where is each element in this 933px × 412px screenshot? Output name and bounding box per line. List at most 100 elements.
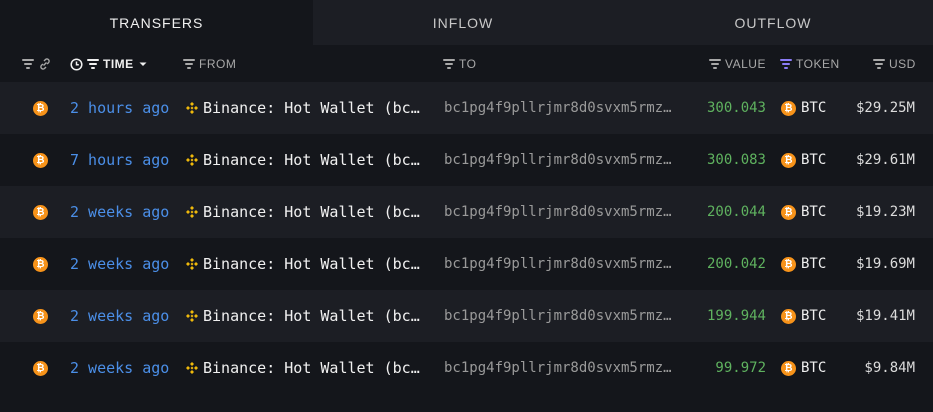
link-icon [40, 58, 50, 70]
table-row: ₿ 2 hours ago Binance: Hot Wallet (bc… b… [0, 82, 933, 134]
time-column-header[interactable]: TIME [70, 55, 148, 73]
usd-header-label: USD [889, 57, 916, 71]
from-entity-link[interactable]: Binance: Hot Wallet (bc… [186, 238, 420, 290]
time-link[interactable]: 2 weeks ago [70, 186, 169, 238]
token-column-header[interactable]: TOKEN [780, 55, 840, 73]
token-cell[interactable]: ₿ BTC [781, 134, 826, 186]
bitcoin-icon: ₿ [781, 308, 796, 324]
binance-icon [186, 362, 198, 374]
value-amount: 300.043 [706, 100, 766, 116]
token-cell[interactable]: ₿ BTC [781, 82, 826, 134]
binance-icon [186, 102, 198, 114]
usd-amount: $19.69M [855, 256, 915, 272]
filter-icon [22, 59, 34, 69]
binance-icon [186, 206, 198, 218]
tab-transfers[interactable]: TRANSFERS [0, 0, 313, 45]
tab-inflow[interactable]: INFLOW [313, 0, 613, 45]
time-header-label: TIME [103, 57, 134, 71]
token-header-label: TOKEN [796, 57, 840, 71]
time-link[interactable]: 2 weeks ago [70, 342, 169, 394]
value-amount: 200.042 [706, 256, 766, 272]
token-symbol: BTC [801, 256, 827, 272]
time-link[interactable]: 7 hours ago [70, 134, 169, 186]
from-label: Binance: Hot Wallet (bc… [203, 99, 420, 117]
tab-bar: TRANSFERS INFLOW OUTFLOW [0, 0, 933, 45]
table-row: ₿ 2 weeks ago Binance: Hot Wallet (bc… b… [0, 342, 933, 394]
to-address-link[interactable]: bc1pg4f9pllrjmr8d0svxm5rmz… [444, 186, 672, 238]
chain-cell: ₿ [33, 82, 48, 134]
transfers-table-body: ₿ 2 hours ago Binance: Hot Wallet (bc… b… [0, 82, 933, 394]
from-header-label: FROM [199, 57, 237, 71]
bitcoin-icon: ₿ [33, 256, 48, 272]
bitcoin-icon: ₿ [33, 308, 48, 324]
to-address-link[interactable]: bc1pg4f9pllrjmr8d0svxm5rmz… [444, 342, 672, 394]
filter-icon [780, 59, 792, 69]
usd-amount: $29.25M [855, 100, 915, 116]
from-entity-link[interactable]: Binance: Hot Wallet (bc… [186, 82, 420, 134]
from-label: Binance: Hot Wallet (bc… [203, 359, 420, 377]
token-cell[interactable]: ₿ BTC [781, 186, 826, 238]
chain-filter[interactable] [22, 55, 52, 73]
from-entity-link[interactable]: Binance: Hot Wallet (bc… [186, 134, 420, 186]
table-header: TIME FROM TO VALUE TOKEN USD [0, 45, 933, 82]
bitcoin-icon: ₿ [781, 360, 796, 376]
token-symbol: BTC [801, 100, 827, 116]
time-link[interactable]: 2 weeks ago [70, 290, 169, 342]
filter-icon [87, 59, 99, 69]
filter-icon [709, 59, 721, 69]
binance-icon [186, 154, 198, 166]
filter-icon [443, 59, 455, 69]
to-address-link[interactable]: bc1pg4f9pllrjmr8d0svxm5rmz… [444, 290, 672, 342]
usd-amount: $19.23M [855, 204, 915, 220]
value-column-header[interactable]: VALUE [709, 55, 766, 73]
to-address-link[interactable]: bc1pg4f9pllrjmr8d0svxm5rmz… [444, 82, 672, 134]
bitcoin-icon: ₿ [33, 360, 48, 376]
table-row: ₿ 2 weeks ago Binance: Hot Wallet (bc… b… [0, 290, 933, 342]
token-symbol: BTC [801, 152, 827, 168]
chain-cell: ₿ [33, 342, 48, 394]
sort-descending-icon [139, 62, 147, 66]
token-symbol: BTC [801, 308, 827, 324]
to-column-header[interactable]: TO [443, 55, 476, 73]
token-cell[interactable]: ₿ BTC [781, 290, 826, 342]
value-amount: 300.083 [706, 152, 766, 168]
value-header-label: VALUE [725, 57, 766, 71]
token-cell[interactable]: ₿ BTC [781, 342, 826, 394]
to-address-link[interactable]: bc1pg4f9pllrjmr8d0svxm5rmz… [444, 238, 672, 290]
from-entity-link[interactable]: Binance: Hot Wallet (bc… [186, 342, 420, 394]
chain-cell: ₿ [33, 238, 48, 290]
table-row: ₿ 2 weeks ago Binance: Hot Wallet (bc… b… [0, 186, 933, 238]
to-header-label: TO [459, 57, 477, 71]
time-link[interactable]: 2 hours ago [70, 82, 169, 134]
token-symbol: BTC [801, 360, 827, 376]
chain-cell: ₿ [33, 134, 48, 186]
usd-amount: $19.41M [855, 308, 915, 324]
from-column-header[interactable]: FROM [183, 55, 236, 73]
table-row: ₿ 2 weeks ago Binance: Hot Wallet (bc… b… [0, 238, 933, 290]
token-cell[interactable]: ₿ BTC [781, 238, 826, 290]
bitcoin-icon: ₿ [33, 204, 48, 220]
tab-outflow[interactable]: OUTFLOW [613, 0, 933, 45]
from-label: Binance: Hot Wallet (bc… [203, 255, 420, 273]
bitcoin-icon: ₿ [33, 152, 48, 168]
table-row: ₿ 7 hours ago Binance: Hot Wallet (bc… b… [0, 134, 933, 186]
bitcoin-icon: ₿ [781, 152, 796, 168]
usd-column-header[interactable]: USD [873, 55, 916, 73]
to-address-link[interactable]: bc1pg4f9pllrjmr8d0svxm5rmz… [444, 134, 672, 186]
bitcoin-icon: ₿ [781, 100, 796, 116]
value-amount: 199.944 [706, 308, 766, 324]
value-amount: 200.044 [706, 204, 766, 220]
token-symbol: BTC [801, 204, 827, 220]
from-label: Binance: Hot Wallet (bc… [203, 151, 420, 169]
binance-icon [186, 310, 198, 322]
from-entity-link[interactable]: Binance: Hot Wallet (bc… [186, 186, 420, 238]
binance-icon [186, 258, 198, 270]
filter-icon [873, 59, 885, 69]
from-label: Binance: Hot Wallet (bc… [203, 203, 420, 221]
filter-icon [183, 59, 195, 69]
bitcoin-icon: ₿ [781, 204, 796, 220]
time-link[interactable]: 2 weeks ago [70, 238, 169, 290]
clock-icon [70, 57, 83, 71]
value-amount: 99.972 [715, 360, 766, 376]
from-entity-link[interactable]: Binance: Hot Wallet (bc… [186, 290, 420, 342]
